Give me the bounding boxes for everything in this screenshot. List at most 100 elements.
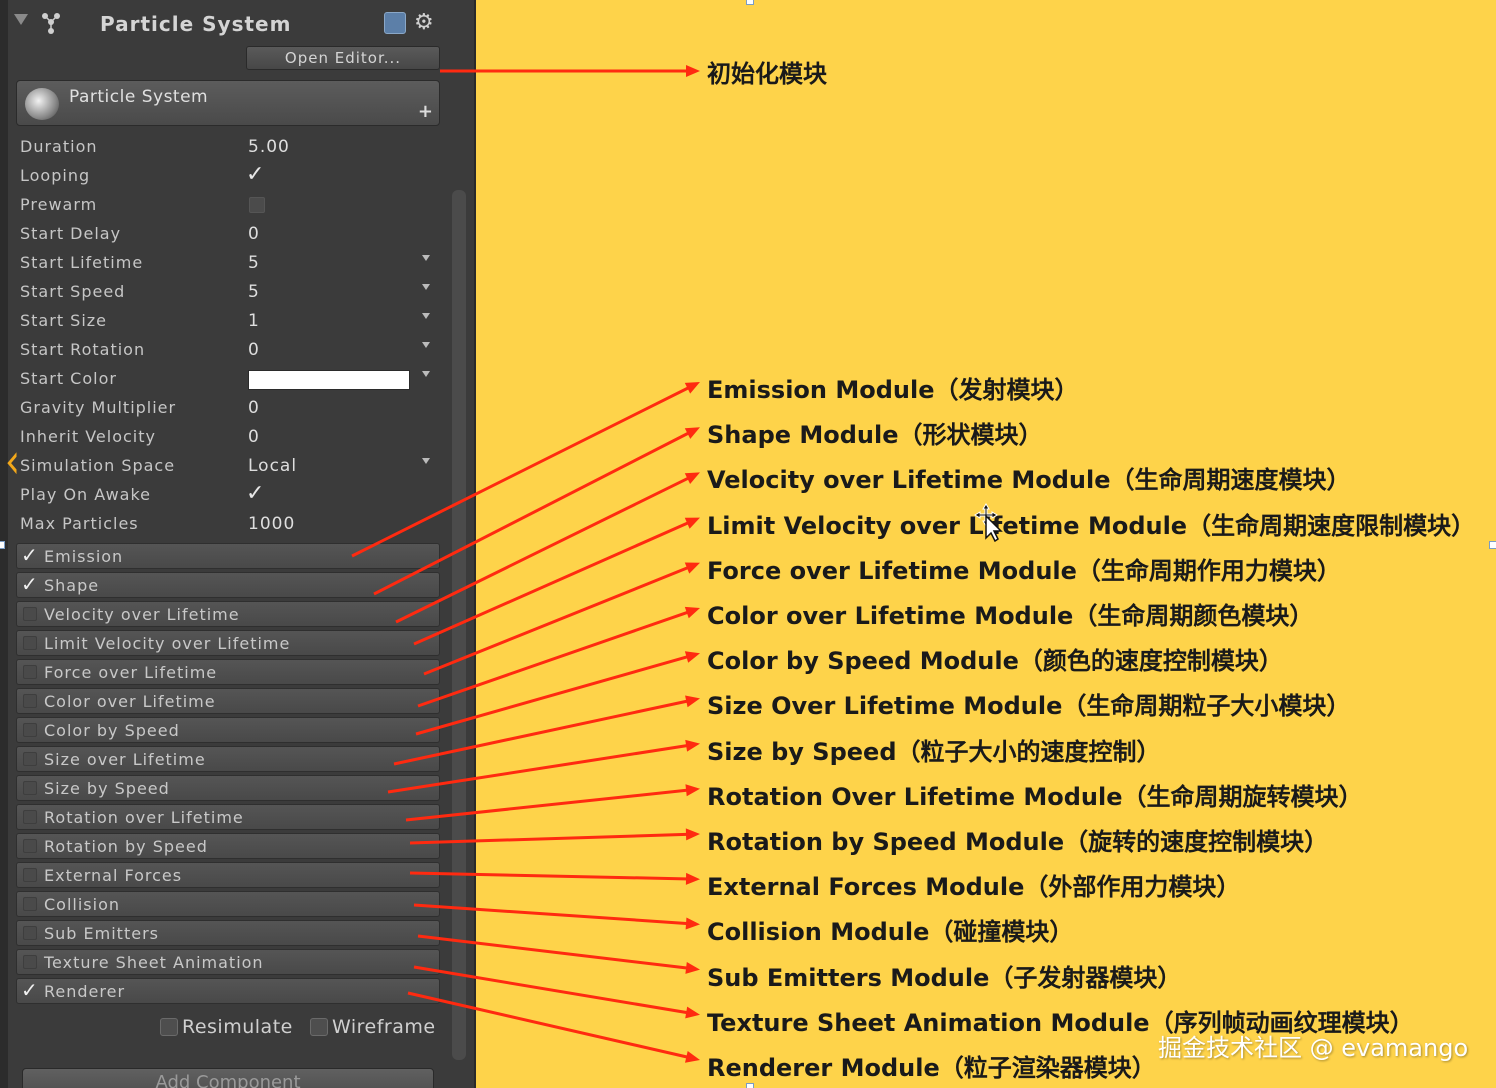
checkbox[interactable] [23, 694, 37, 708]
wireframe-toggle[interactable]: Wireframe [310, 1016, 436, 1042]
help-book-icon[interactable] [384, 12, 406, 34]
resimulate-toggle[interactable]: Resimulate [160, 1016, 293, 1042]
arrow-head [684, 382, 700, 394]
plus-icon[interactable]: + [418, 101, 433, 122]
annotation-label: Collision Module（碰撞模块） [707, 918, 1074, 947]
annotation-label: Velocity over Lifetime Module（生命周期速度模块） [707, 466, 1351, 495]
dropdown-caret-icon[interactable] [422, 342, 430, 348]
arrow-head [685, 917, 700, 930]
module-row[interactable]: Rotation over Lifetime [16, 804, 440, 830]
open-editor-button[interactable]: Open Editor... [246, 46, 440, 70]
checkbox[interactable] [23, 723, 37, 737]
annotation-label: Force over Lifetime Module（生命周期作用力模块） [707, 556, 1341, 585]
selection-handle[interactable] [1489, 541, 1496, 549]
property-row: Duration 5.00 [20, 135, 440, 161]
checkbox[interactable] [23, 897, 37, 911]
property-row: Inherit Velocity 0 [20, 425, 440, 451]
module-row[interactable]: Color by Speed [16, 717, 440, 743]
property-value[interactable]: 1000 [248, 514, 295, 534]
module-row[interactable]: Collision [16, 891, 440, 917]
checkbox[interactable] [249, 197, 265, 213]
annotation-label: Size Over Lifetime Module（生命周期粒子大小模块） [707, 692, 1351, 721]
module-row[interactable]: Rotation by Speed [16, 833, 440, 859]
property-value[interactable]: 0 [248, 224, 260, 244]
module-row[interactable]: ✓ Emission [16, 543, 440, 569]
module-title: Particle System [69, 87, 209, 107]
particle-system-module-header[interactable]: Particle System + [16, 80, 440, 126]
checkbox[interactable] [23, 781, 37, 795]
checkmark-icon[interactable]: ✓ [246, 162, 264, 187]
module-row[interactable]: Sub Emitters [16, 920, 440, 946]
arrow-head [685, 695, 700, 708]
selection-handle[interactable] [0, 541, 5, 549]
module-row[interactable]: Texture Sheet Animation [16, 949, 440, 975]
particle-system-icon [42, 13, 60, 34]
property-row: Simulation Space Local [20, 454, 440, 480]
property-row: Prewarm [20, 193, 440, 219]
dropdown-caret-icon[interactable] [422, 371, 430, 377]
selection-handle[interactable] [746, 1083, 754, 1088]
property-label: Looping [20, 166, 91, 185]
property-label: Start Color [20, 369, 117, 388]
module-row[interactable]: External Forces [16, 862, 440, 888]
property-row: Start Speed 5 [20, 280, 440, 306]
property-value[interactable]: 5 [248, 282, 260, 302]
module-row[interactable]: Velocity over Lifetime [16, 601, 440, 627]
property-label: Inherit Velocity [20, 427, 156, 446]
dropdown-caret-icon[interactable] [422, 458, 430, 464]
annotation-label: External Forces Module（外部作用力模块） [707, 873, 1241, 902]
selection-handle[interactable] [746, 0, 754, 5]
dropdown-caret-icon[interactable] [422, 284, 430, 290]
color-swatch[interactable] [248, 370, 410, 390]
module-row[interactable]: ✓ Shape [16, 572, 440, 598]
module-row[interactable]: Color over Lifetime [16, 688, 440, 714]
checkbox[interactable] [160, 1018, 178, 1036]
checkbox[interactable] [23, 665, 37, 679]
module-row[interactable]: ✓ Renderer [16, 978, 440, 1004]
property-value[interactable]: Local [248, 456, 297, 476]
checkbox[interactable] [23, 636, 37, 650]
checkbox[interactable] [23, 752, 37, 766]
module-label: External Forces [44, 866, 183, 885]
dropdown-caret-icon[interactable] [422, 255, 430, 261]
module-label: Sub Emitters [44, 924, 159, 943]
module-label: Size by Speed [44, 779, 170, 798]
property-value[interactable]: 1 [248, 311, 260, 331]
property-value[interactable]: 0 [248, 398, 260, 418]
checkbox[interactable] [23, 607, 37, 621]
dropdown-caret-icon[interactable] [422, 313, 430, 319]
module-label: Rotation over Lifetime [44, 808, 244, 827]
component-header[interactable]: Particle System ⚙ [8, 0, 448, 44]
annotation-label: Emission Module（发射模块） [707, 376, 1079, 404]
checkbox[interactable] [23, 839, 37, 853]
orange-mark: ᚲ [0, 441, 24, 487]
checkbox[interactable] [23, 926, 37, 940]
checkbox[interactable] [23, 810, 37, 824]
property-value[interactable]: 0 [248, 340, 260, 360]
scrollbar[interactable] [452, 190, 466, 1060]
checkmark-icon[interactable]: ✓ [21, 980, 39, 1000]
property-value[interactable]: 5.00 [248, 137, 290, 157]
module-row[interactable]: Size by Speed [16, 775, 440, 801]
module-row[interactable]: Size over Lifetime [16, 746, 440, 772]
checkmark-icon[interactable]: ✓ [21, 545, 39, 565]
module-row[interactable]: Force over Lifetime [16, 659, 440, 685]
checkbox[interactable] [23, 955, 37, 969]
checkbox[interactable] [23, 868, 37, 882]
annotation-label: Color by Speed Module（颜色的速度控制模块） [707, 647, 1283, 676]
module-row[interactable]: Limit Velocity over Lifetime [16, 630, 440, 656]
triangle-down-icon[interactable] [14, 14, 28, 25]
property-row: Max Particles 1000 [20, 512, 440, 538]
checkmark-icon[interactable]: ✓ [246, 481, 264, 506]
property-row: Start Delay 0 [20, 222, 440, 248]
arrow-head [684, 651, 700, 663]
add-component-button[interactable]: Add Component [22, 1068, 434, 1088]
checkbox[interactable] [310, 1018, 328, 1036]
checkmark-icon[interactable]: ✓ [21, 574, 39, 594]
property-row: Looping ✓ [20, 162, 440, 190]
gear-icon[interactable]: ⚙ [414, 10, 434, 35]
inspector-panel: Particle System ⚙ Open Editor... Particl… [0, 0, 476, 1088]
property-value[interactable]: 0 [248, 427, 260, 447]
property-value[interactable]: 5 [248, 253, 260, 273]
arrow-head [684, 517, 700, 529]
